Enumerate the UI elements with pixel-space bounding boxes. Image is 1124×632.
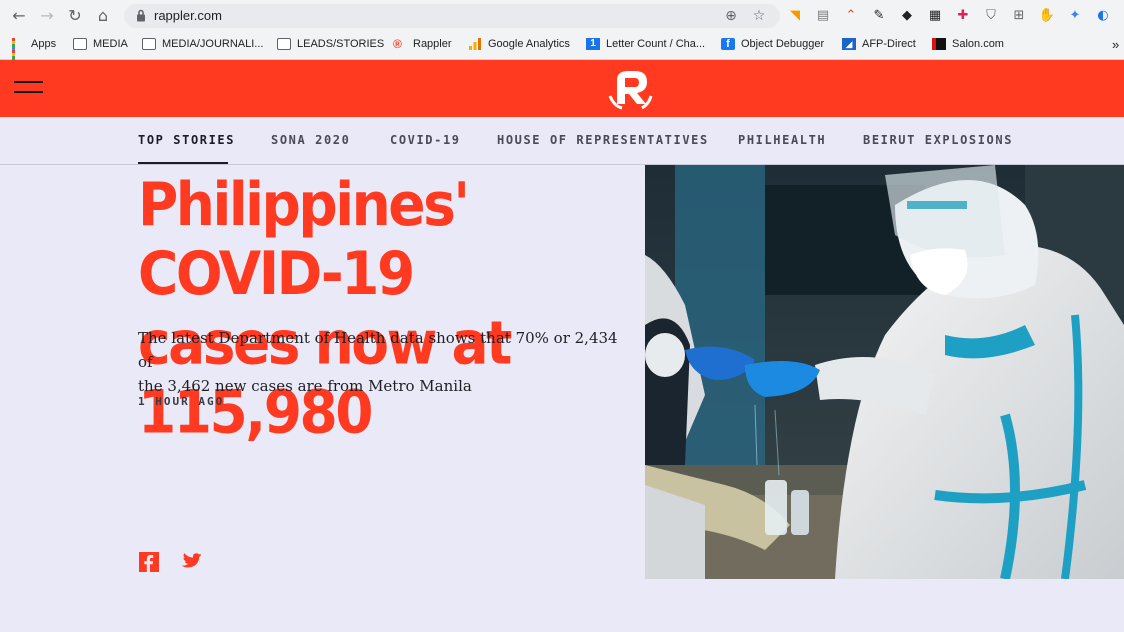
folder-icon bbox=[142, 38, 156, 50]
address-bar[interactable]: rappler.com ⊕ ☆ bbox=[124, 4, 780, 28]
thumbs-up-extension-icon[interactable]: ✋ bbox=[1038, 7, 1056, 25]
afp-icon: ◢ bbox=[842, 38, 856, 50]
bookmark-media-journalism[interactable]: MEDIA/JOURNALI... bbox=[142, 36, 263, 52]
bookmark-salon[interactable]: Salon.com bbox=[932, 36, 1004, 52]
grammar-extension-icon[interactable]: ◐ bbox=[1094, 7, 1112, 25]
shield-extension-icon[interactable]: ⛉ bbox=[982, 7, 1000, 25]
facebook-icon: f bbox=[721, 38, 735, 50]
forward-arrow-icon[interactable]: → bbox=[37, 6, 57, 26]
apps-extension-icon[interactable]: ⊞ bbox=[1010, 7, 1028, 25]
facebook-share-icon[interactable] bbox=[138, 552, 160, 572]
bookmark-object-debugger[interactable]: f Object Debugger bbox=[721, 36, 824, 52]
bookmark-rappler[interactable]: ® Rappler bbox=[393, 36, 452, 52]
folder-icon bbox=[277, 38, 291, 50]
story-timestamp: 1 HOUR AGO bbox=[138, 395, 225, 408]
back-arrow-icon[interactable]: ← bbox=[9, 6, 29, 26]
analytics-extension-icon[interactable]: ⌃ bbox=[842, 7, 860, 25]
browser-toolbar: ← → ↻ ⌂ rappler.com ⊕ ☆ ◥ ▤ ⌃ ✎ ◆ ▦ ✚ ⛉ … bbox=[0, 0, 1124, 32]
rss-extension-icon[interactable]: ◥ bbox=[786, 7, 804, 25]
story-photo-health-workers-ppe[interactable] bbox=[645, 165, 1124, 579]
bookmarks-overflow-button[interactable]: » bbox=[1112, 36, 1119, 52]
tab-covid-19[interactable]: COVID-19 bbox=[390, 133, 461, 147]
bookmark-label: Google Analytics bbox=[488, 38, 570, 50]
bookmark-label: Letter Count / Cha... bbox=[606, 38, 706, 50]
zoom-plus-icon[interactable]: ⊕ bbox=[722, 7, 740, 25]
reload-icon[interactable]: ↻ bbox=[65, 6, 85, 26]
bookmark-label: LEADS/STORIES bbox=[297, 38, 385, 50]
reader-extension-icon[interactable]: ▤ bbox=[814, 7, 832, 25]
tab-philhealth[interactable]: PHILHEALTH bbox=[738, 133, 826, 147]
headline-line: Philippines' COVID-19 bbox=[138, 170, 470, 309]
letter-count-icon: 1 bbox=[586, 38, 600, 50]
google-analytics-icon bbox=[469, 38, 481, 50]
bookmark-label: Apps bbox=[31, 38, 57, 50]
bookmark-label: Salon.com bbox=[952, 38, 1004, 50]
tab-sona-2020[interactable]: SONA 2020 bbox=[271, 133, 350, 147]
story-summary: The latest Department of Health data sho… bbox=[138, 326, 628, 398]
bookmark-label: MEDIA/JOURNALI... bbox=[162, 38, 264, 50]
slack-extension-icon[interactable]: ✚ bbox=[954, 7, 972, 25]
twitter-share-icon[interactable] bbox=[180, 552, 202, 572]
rappler-logo[interactable] bbox=[608, 66, 653, 111]
browser-chrome: ← → ↻ ⌂ rappler.com ⊕ ☆ ◥ ▤ ⌃ ✎ ◆ ▦ ✚ ⛉ … bbox=[0, 0, 1124, 65]
bookmark-star-icon[interactable]: ☆ bbox=[750, 7, 768, 25]
section-nav: TOP STORIES SONA 2020 COVID-19 HOUSE OF … bbox=[0, 117, 1124, 165]
summary-line: The latest Department of Health data sho… bbox=[138, 329, 618, 371]
site-header bbox=[0, 60, 1124, 117]
home-icon[interactable]: ⌂ bbox=[93, 6, 113, 26]
grid-extension-icon[interactable]: ▦ bbox=[926, 7, 944, 25]
active-tab-indicator bbox=[138, 162, 228, 164]
lock-icon bbox=[137, 9, 145, 22]
bookmark-google-analytics[interactable]: Google Analytics bbox=[468, 36, 570, 52]
pen-extension-icon[interactable]: ✎ bbox=[870, 7, 888, 25]
bookmark-label: Rappler bbox=[413, 38, 452, 50]
tab-top-stories[interactable]: TOP STORIES bbox=[138, 133, 235, 147]
bookmark-media[interactable]: MEDIA bbox=[73, 36, 128, 52]
folder-icon bbox=[73, 38, 87, 50]
tab-beirut-explosions[interactable]: BEIRUT EXPLOSIONS bbox=[863, 133, 1013, 147]
bookmark-afp-direct[interactable]: ◢ AFP-Direct bbox=[842, 36, 916, 52]
menu-hamburger-icon[interactable] bbox=[14, 81, 43, 95]
bookmark-leads-stories[interactable]: LEADS/STORIES bbox=[277, 36, 384, 52]
bookmark-apps[interactable]: Apps bbox=[12, 36, 57, 65]
bookmark-label: MEDIA bbox=[93, 38, 128, 50]
tab-house-of-representatives[interactable]: HOUSE OF REPRESENTATIVES bbox=[497, 133, 709, 147]
rappler-favicon-icon: ® bbox=[393, 37, 402, 51]
bookmarks-bar: Apps MEDIA MEDIA/JOURNALI... LEADS/STORI… bbox=[0, 32, 1124, 65]
salon-icon bbox=[932, 38, 946, 50]
url-text: rappler.com bbox=[154, 8, 222, 23]
apps-grid-icon bbox=[12, 38, 25, 65]
bookmark-label: AFP-Direct bbox=[862, 38, 916, 50]
bookmark-letter-count[interactable]: 1 Letter Count / Cha... bbox=[586, 36, 705, 52]
layers-extension-icon[interactable]: ◆ bbox=[898, 7, 916, 25]
bookmark-label: Object Debugger bbox=[741, 38, 825, 50]
feather-extension-icon[interactable]: ✦ bbox=[1066, 7, 1084, 25]
